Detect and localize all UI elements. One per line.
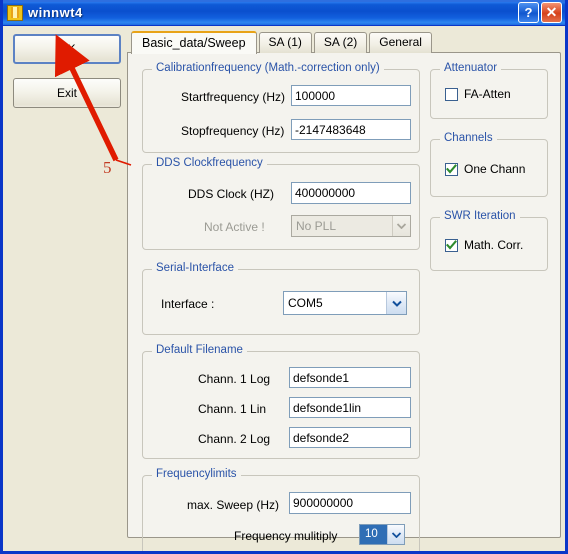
application-icon <box>7 4 23 21</box>
group-dds-clockfrequency: DDS Clockfrequency DDS Clock (HZ) Not Ac… <box>142 157 420 250</box>
group-attenuator: Attenuator FA-Atten <box>430 62 548 119</box>
chevron-down-icon <box>387 525 404 544</box>
close-icon[interactable]: ✕ <box>541 2 562 23</box>
group-label-attenuator: Attenuator <box>440 62 502 74</box>
checkbox-checked-icon[interactable] <box>445 238 458 252</box>
interface-select-value: COM5 <box>288 296 323 310</box>
pll-select-value: No PLL <box>296 219 337 233</box>
frequency-multiply-value: 10 <box>360 525 387 544</box>
label-chann1-log: Chann. 1 Log <box>198 372 271 386</box>
annotation-step-number: 5 <box>103 158 112 177</box>
label-startfrequency: Startfrequency (Hz) <box>181 90 286 104</box>
label-dds-clock: DDS Clock (HZ) <box>188 187 274 201</box>
group-swr-iteration: SWR Iteration Math. Corr. <box>430 210 548 271</box>
label-interface: Interface : <box>161 297 215 311</box>
group-label-frequencylimits: Frequencylimits <box>152 468 241 480</box>
startfrequency-input[interactable] <box>291 85 411 106</box>
label-frequency-multiply: Frequency mulitiply <box>234 529 338 543</box>
group-label-default-filename: Default Filename <box>152 344 247 356</box>
chann1-log-input[interactable] <box>289 367 411 388</box>
max-sweep-input[interactable] <box>289 492 411 514</box>
help-button[interactable]: ? <box>518 2 539 23</box>
group-serial-interface: Serial-Interface Interface : COM5 <box>142 262 420 335</box>
group-channels: Channels One Chann <box>430 132 548 197</box>
dds-clock-input[interactable] <box>291 182 411 204</box>
checkbox-checked-icon[interactable] <box>445 162 458 176</box>
pll-select[interactable]: No PLL <box>291 215 411 237</box>
tab-control: Basic_data/Sweep SA (1) SA (2) General C… <box>127 30 561 551</box>
fa-atten-checkbox-row[interactable]: FA-Atten <box>445 87 511 101</box>
group-frequencylimits: Frequencylimits max. Sweep (Hz) Frequenc… <box>142 468 420 551</box>
side-button-column: OK Exit <box>13 34 121 108</box>
fa-atten-label: FA-Atten <box>464 87 511 101</box>
window-controls: ? ✕ <box>518 2 562 23</box>
label-max-sweep: max. Sweep (Hz) <box>187 498 280 512</box>
tab-sa-2[interactable]: SA (2) <box>313 32 368 53</box>
math-corr-label: Math. Corr. <box>464 238 524 252</box>
tab-panel: Calibrationfrequency (Math.-correction o… <box>127 52 561 551</box>
title-bar: winnwt4 ? ✕ <box>3 0 565 26</box>
frequency-multiply-select[interactable]: 10 <box>359 524 405 545</box>
one-chann-label: One Chann <box>464 162 526 176</box>
chann1-lin-input[interactable] <box>289 397 411 418</box>
group-default-filename: Default Filename Chann. 1 Log Chann. 1 L… <box>142 344 420 459</box>
chann2-log-input[interactable] <box>289 427 411 448</box>
group-label-serial-interface: Serial-Interface <box>152 262 238 274</box>
group-label-calibrationfrequency: Calibrationfrequency (Math.-correction o… <box>152 62 384 74</box>
tab-strip: Basic_data/Sweep SA (1) SA (2) General <box>127 30 561 54</box>
tab-general[interactable]: General <box>369 32 432 53</box>
one-chann-checkbox-row[interactable]: One Chann <box>445 162 525 176</box>
chevron-down-icon <box>386 292 406 314</box>
window-title: winnwt4 <box>28 5 83 20</box>
tab-basic-data-sweep[interactable]: Basic_data/Sweep <box>131 31 257 54</box>
chevron-down-icon <box>392 216 410 236</box>
ok-button[interactable]: OK <box>13 34 121 64</box>
checkbox-unchecked-icon[interactable] <box>445 87 458 101</box>
math-corr-checkbox-row[interactable]: Math. Corr. <box>445 238 523 252</box>
group-calibrationfrequency: Calibrationfrequency (Math.-correction o… <box>142 62 420 153</box>
label-not-active: Not Active ! <box>204 220 265 234</box>
group-label-dds-clockfrequency: DDS Clockfrequency <box>152 157 267 169</box>
exit-button[interactable]: Exit <box>13 78 121 108</box>
group-label-swr-iteration: SWR Iteration <box>440 210 520 222</box>
label-chann1-lin: Chann. 1 Lin <box>198 402 267 416</box>
application-window: winnwt4 ? ✕ OK Exit Basic_data/Sweep SA … <box>0 0 568 554</box>
interface-select[interactable]: COM5 <box>283 291 407 315</box>
stopfrequency-input[interactable] <box>291 119 411 140</box>
tab-sa-1[interactable]: SA (1) <box>258 32 312 53</box>
label-chann2-log: Chann. 2 Log <box>198 432 271 446</box>
label-stopfrequency: Stopfrequency (Hz) <box>181 124 285 138</box>
group-label-channels: Channels <box>440 132 497 144</box>
